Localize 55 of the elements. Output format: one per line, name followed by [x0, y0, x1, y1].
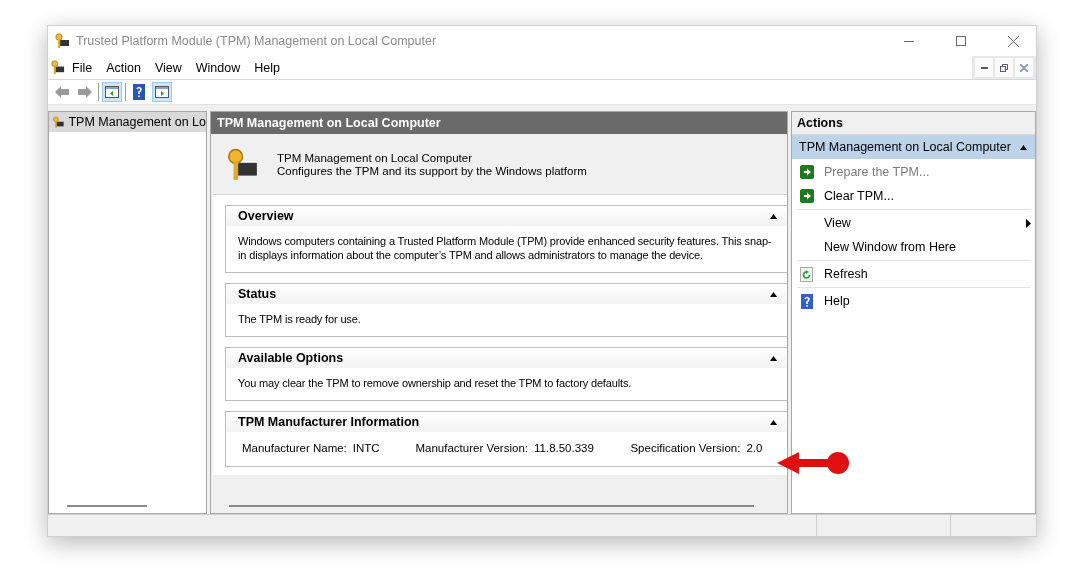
field-label: Specification Version: — [630, 442, 741, 454]
section-title: Available Options — [238, 351, 344, 365]
section-text: You may clear the TPM to remove ownership and reset the TPM to factory defaults. — [237, 376, 633, 391]
section-title: TPM Manufacturer Information — [238, 415, 420, 429]
scrollbar-thumb[interactable] — [229, 505, 754, 507]
app-icon — [54, 33, 70, 49]
task-link[interactable]: View — [797, 211, 1031, 235]
minimize-icon — [980, 66, 988, 69]
document-icon — [50, 60, 65, 75]
task-link[interactable]: Help — [797, 289, 1031, 313]
snapin-title: TPM Management on Local Computer — [277, 152, 473, 165]
window-title: Trusted Platform Module (TPM) Management on Local Computer — [76, 34, 438, 48]
caret-icon[interactable] — [770, 213, 777, 219]
submenu-arrow-icon — [1026, 218, 1031, 228]
task-link[interactable]: Refresh — [797, 262, 1031, 286]
minimize-button[interactable] — [975, 58, 993, 77]
close-icon — [1020, 63, 1028, 72]
tree-item[interactable]: TPM Management on Lo — [49, 112, 206, 132]
task-link[interactable]: Clear TPM... — [797, 184, 1031, 208]
menu-item[interactable]: Action — [99, 58, 148, 77]
section-text: The TPM is ready for use. — [237, 312, 362, 327]
menu-item[interactable]: File — [65, 58, 100, 77]
field-label: Manufacturer Version: — [415, 442, 528, 454]
field-value: INTC — [352, 442, 380, 454]
restore-button[interactable] — [995, 58, 1013, 77]
menu-item[interactable]: Window — [188, 58, 248, 77]
refresh-icon — [800, 266, 813, 282]
action-pane-button[interactable] — [152, 82, 172, 102]
pointer-arrow — [777, 452, 849, 474]
help-icon — [800, 293, 813, 309]
snapin-description: Configures the TPM and its support by the Windows platform — [277, 165, 587, 178]
action-group-header[interactable]: TPM Management on Local Computer — [792, 135, 1035, 159]
maximize-icon — [956, 36, 966, 46]
task-link[interactable]: New Window from Here — [797, 235, 1031, 259]
section-text: Windows computers containing a Trusted Platform Module (TPM) provide enhanced security features. This snap-in displays information about the computer’s TPM and allows administrators to manage the device. — [237, 234, 773, 263]
restore-icon — [1000, 63, 1008, 72]
tree-pane-button[interactable] — [102, 82, 122, 102]
caret-icon[interactable] — [770, 291, 777, 297]
menu-item[interactable]: View — [147, 58, 189, 77]
pane-title: Actions — [792, 112, 1035, 135]
scrollbar-thumb[interactable] — [67, 505, 147, 507]
field-value: 2.0 — [746, 442, 763, 454]
key-chip-icon — [225, 148, 259, 182]
field-label: Manufacturer Name: — [242, 442, 347, 454]
close-icon — [1007, 35, 1019, 47]
caret-icon[interactable] — [770, 355, 777, 361]
section-title: Overview — [238, 209, 294, 223]
minimize-icon — [904, 40, 914, 42]
field-value: 11.8.50.339 — [534, 442, 594, 454]
key-chip-icon — [52, 114, 65, 130]
caret-icon[interactable] — [1020, 144, 1027, 150]
caret-icon[interactable] — [770, 419, 777, 425]
menu-item[interactable]: Help — [247, 58, 287, 77]
section-title: Status — [238, 287, 277, 301]
pane-title: TPM Management on Local Computer — [211, 112, 787, 134]
